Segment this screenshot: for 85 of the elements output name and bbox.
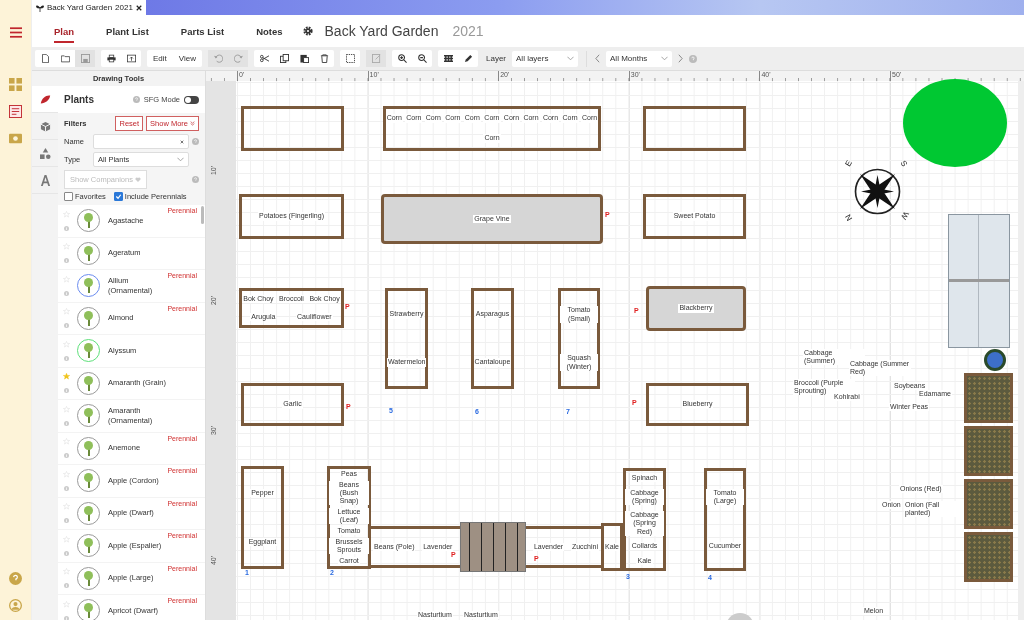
trellis-bed[interactable] (646, 286, 746, 331)
info-icon[interactable] (63, 290, 69, 296)
info-icon[interactable] (63, 453, 69, 459)
info-icon[interactable] (63, 225, 69, 231)
close-icon[interactable] (136, 4, 142, 11)
trellis-bed[interactable] (381, 194, 603, 244)
sfg-mode-toggle[interactable] (184, 95, 199, 104)
raised-bed[interactable] (601, 523, 623, 571)
compass-letter: E (843, 158, 854, 169)
tab-title: Back Yard Garden (47, 3, 113, 12)
raised-bed[interactable] (241, 106, 344, 151)
raised-bed[interactable] (646, 383, 749, 426)
edit-icon[interactable] (366, 50, 386, 67)
checkbox[interactable] (64, 192, 73, 201)
compost-bin[interactable] (964, 479, 1013, 529)
nav-tab[interactable]: Notes (256, 19, 283, 43)
user-icon[interactable] (9, 599, 22, 612)
info-icon[interactable] (63, 420, 69, 426)
month-select[interactable]: All Months (606, 50, 672, 67)
raised-bed[interactable] (239, 288, 344, 328)
shapes-icon (39, 147, 51, 159)
compost-bin[interactable] (964, 426, 1013, 476)
cube-icon (39, 120, 51, 132)
raised-bed[interactable] (643, 106, 746, 151)
plan-title: Back Yard Garden (324, 23, 439, 39)
info-icon[interactable] (63, 388, 69, 394)
chevron-down-icon (567, 56, 574, 61)
plants-heading: Plants (64, 94, 95, 105)
checkbox[interactable] (113, 192, 123, 201)
help-icon[interactable] (689, 54, 697, 63)
compass-letter: N (843, 212, 855, 223)
sprout-icon (36, 3, 44, 12)
help-icon[interactable] (9, 572, 22, 585)
help-icon[interactable] (132, 96, 140, 103)
info-icon[interactable] (63, 323, 69, 329)
heart-icon (134, 177, 141, 182)
compass-letter: S (898, 158, 909, 169)
compass-letter: W (899, 210, 911, 221)
raised-bed[interactable] (383, 106, 601, 151)
next-icon[interactable] (678, 54, 683, 63)
raised-bed[interactable] (643, 194, 746, 239)
double-chevron-icon (190, 121, 195, 126)
previous-icon[interactable] (595, 54, 600, 63)
view-menu[interactable]: View (172, 50, 202, 67)
info-icon[interactable] (63, 355, 69, 361)
text-icon (39, 174, 51, 186)
info-icon[interactable] (63, 583, 69, 589)
help-icon[interactable] (192, 176, 199, 183)
menu-icon[interactable] (9, 27, 22, 38)
nav-tab[interactable]: Plan (54, 19, 75, 43)
save-icon[interactable] (75, 50, 95, 67)
chevron-down-icon (661, 56, 668, 61)
scrollbar[interactable] (201, 206, 204, 224)
tab-year: 2021 (115, 3, 133, 12)
raised-bed[interactable] (704, 468, 746, 571)
info-icon[interactable] (63, 518, 69, 524)
nav-tab[interactable]: Parts List (180, 19, 225, 43)
name-field[interactable] (93, 134, 189, 149)
compost-bin[interactable] (964, 532, 1013, 582)
clear-icon[interactable] (180, 139, 184, 144)
star-icon[interactable] (62, 373, 70, 381)
settings-icon[interactable] (302, 26, 313, 36)
chevron-down-icon (177, 157, 184, 162)
photo-icon[interactable] (9, 132, 22, 145)
plants-tool-tab[interactable] (32, 86, 58, 113)
raised-bed[interactable] (239, 194, 344, 239)
raised-bed[interactable] (471, 288, 514, 389)
raised-bed[interactable] (241, 466, 284, 569)
info-icon[interactable] (63, 615, 69, 620)
layer-label: Layer (486, 54, 506, 63)
leaf-icon (39, 93, 51, 105)
edit-menu[interactable]: Edit (147, 50, 173, 67)
info-icon[interactable] (63, 258, 69, 264)
stone-path (460, 522, 527, 572)
raised-bed[interactable] (385, 288, 428, 389)
layer-select[interactable]: All layers (512, 50, 578, 67)
checkmark-icon (114, 193, 122, 200)
plan-year: 2021 (452, 23, 484, 39)
nav-tab[interactable]: Plant List (106, 19, 149, 43)
plan-icon[interactable] (9, 105, 22, 118)
raised-bed[interactable] (241, 383, 344, 426)
info-icon[interactable] (63, 550, 69, 556)
rain-barrel[interactable] (984, 349, 1006, 371)
help-icon[interactable] (192, 138, 199, 145)
info-icon[interactable] (63, 485, 69, 491)
